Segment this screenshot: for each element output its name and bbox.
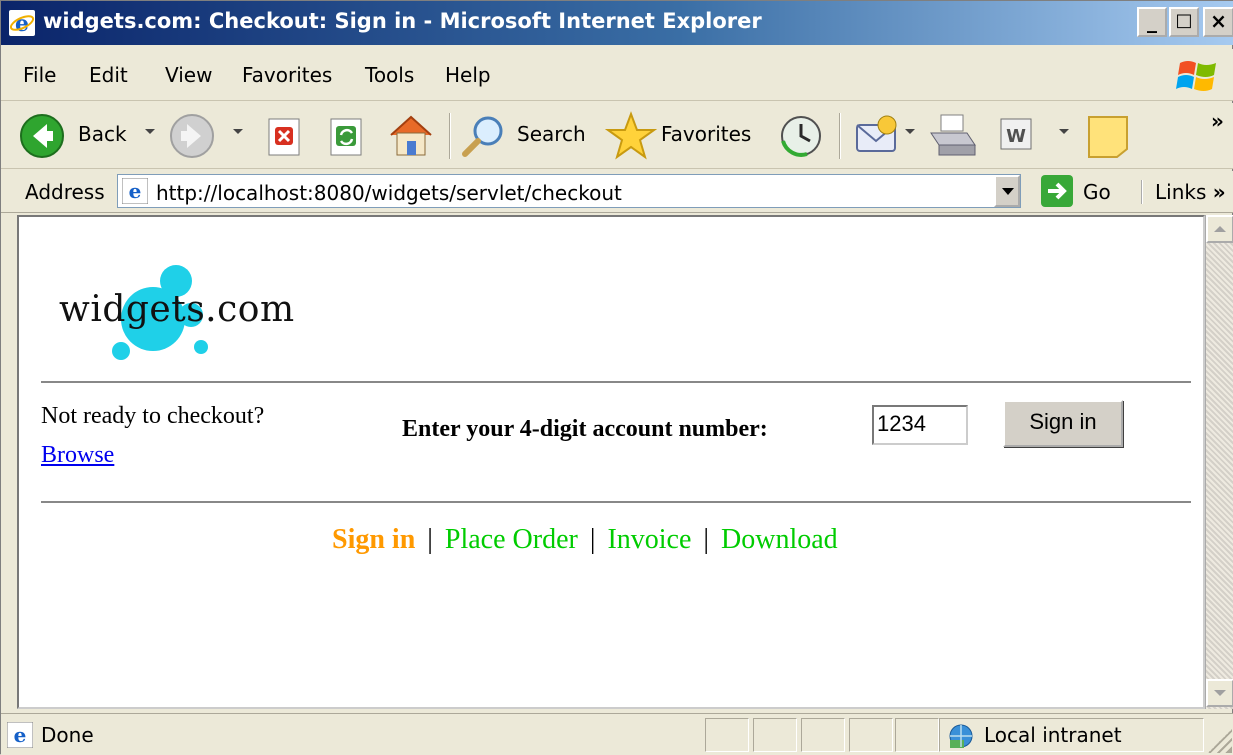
page-content: widgets.com Not ready to checkout? Brows… <box>17 215 1205 709</box>
logo-text: widgets.com <box>59 289 295 330</box>
chevron-down-icon <box>1002 188 1014 195</box>
checkout-steps: Sign in | Place Order | Invoice | Download <box>332 524 838 556</box>
links-label[interactable]: Links <box>1155 180 1206 204</box>
scroll-down-button[interactable] <box>1206 679 1233 707</box>
not-ready-text: Not ready to checkout? <box>41 403 265 429</box>
menu-tools[interactable]: Tools <box>365 63 414 87</box>
menu-bar: File Edit View Favorites Tools Help <box>1 49 1233 101</box>
address-dropdown-button[interactable] <box>994 175 1020 207</box>
step-place-order: Place Order <box>444 524 578 555</box>
account-number-input[interactable]: 1234 <box>872 405 968 445</box>
status-panel <box>753 718 797 752</box>
notes-icon[interactable] <box>1085 113 1131 161</box>
resize-grip-icon[interactable] <box>1208 729 1232 753</box>
back-dropdown-icon[interactable] <box>145 129 155 134</box>
ie-icon: e <box>9 10 35 36</box>
svg-text:W: W <box>1006 126 1026 147</box>
stop-icon[interactable] <box>265 117 305 157</box>
step-sign-in: Sign in <box>332 524 416 555</box>
step-invoice: Invoice <box>607 524 692 555</box>
search-icon[interactable] <box>459 113 509 159</box>
page-done-icon: e <box>7 722 33 748</box>
vertical-scrollbar[interactable] <box>1205 215 1233 709</box>
divider-bottom <box>41 501 1191 503</box>
toolbar-separator <box>839 113 841 159</box>
menu-help[interactable]: Help <box>445 63 491 87</box>
history-icon[interactable] <box>777 113 825 159</box>
address-url[interactable]: http://localhost:8080/widgets/servlet/ch… <box>156 181 622 205</box>
menu-edit[interactable]: Edit <box>89 63 128 87</box>
svg-text:e: e <box>129 179 142 203</box>
go-button[interactable]: Go <box>1037 173 1123 209</box>
maximize-button[interactable]: □ <box>1169 7 1199 37</box>
status-text: Done <box>41 723 94 747</box>
title-bar[interactable]: e widgets.com: Checkout: Sign in - Micro… <box>1 1 1233 45</box>
account-number-label-text: Enter your 4-digit account number: <box>402 416 768 442</box>
mail-dropdown-icon[interactable] <box>905 129 915 134</box>
favorites-star-icon[interactable] <box>605 111 657 161</box>
address-label: Address <box>25 180 105 204</box>
status-panel <box>801 718 845 752</box>
step-download: Download <box>721 524 838 555</box>
go-label[interactable]: Go <box>1083 180 1111 204</box>
print-icon[interactable] <box>927 111 979 161</box>
windows-logo-icon <box>1176 61 1216 91</box>
minimize-button[interactable]: _ <box>1137 7 1167 37</box>
svg-text:e: e <box>14 723 27 747</box>
zone-label: Local intranet <box>984 723 1122 747</box>
menu-view[interactable]: View <box>165 63 212 87</box>
go-arrow-icon <box>1041 175 1073 207</box>
links-overflow[interactable]: » <box>1213 180 1226 204</box>
home-icon[interactable] <box>385 111 437 161</box>
edit-dropdown-icon[interactable] <box>1059 129 1069 134</box>
search-label[interactable]: Search <box>517 122 586 146</box>
favorites-label[interactable]: Favorites <box>661 122 751 146</box>
window-title: widgets.com: Checkout: Sign in - Microso… <box>43 9 762 33</box>
scroll-up-button[interactable] <box>1206 215 1233 243</box>
menu-file[interactable]: File <box>23 63 56 87</box>
status-panel <box>705 718 749 752</box>
intranet-icon <box>949 724 973 748</box>
status-bar: e Done Local intranet <box>1 713 1233 755</box>
browse-link[interactable]: Browse <box>41 442 114 469</box>
toolbar-separator <box>449 113 451 159</box>
chevron-up-icon <box>1214 226 1226 232</box>
step-separator: | <box>589 524 596 555</box>
mail-icon[interactable] <box>853 113 903 159</box>
security-zone[interactable]: Local intranet <box>939 718 1204 752</box>
divider-top <box>41 381 1191 383</box>
status-panel <box>895 718 939 752</box>
toolbar-overflow[interactable]: » <box>1211 109 1224 133</box>
svg-text:e: e <box>15 11 29 36</box>
back-label[interactable]: Back <box>78 122 127 146</box>
step-separator: | <box>427 524 433 555</box>
address-bar: Address e http://localhost:8080/widgets/… <box>1 171 1233 213</box>
menu-favorites[interactable]: Favorites <box>242 63 332 87</box>
forward-dropdown-icon[interactable] <box>233 129 243 134</box>
sign-in-button[interactable]: Sign in <box>1003 400 1123 447</box>
refresh-icon[interactable] <box>327 117 367 157</box>
account-number-label: Enter your 4-digit account number: <box>402 416 768 443</box>
browser-window: e widgets.com: Checkout: Sign in - Micro… <box>0 0 1233 755</box>
step-separator: | <box>703 524 710 555</box>
widgets-logo: widgets.com <box>41 257 341 367</box>
chevron-down-icon <box>1214 690 1226 696</box>
close-button[interactable]: × <box>1203 7 1233 37</box>
forward-arrow-icon[interactable] <box>169 113 215 159</box>
back-arrow-icon[interactable] <box>19 113 65 159</box>
standard-toolbar: Back Search Favorites W » <box>1 103 1233 169</box>
address-input[interactable]: e http://localhost:8080/widgets/servlet/… <box>117 174 1021 208</box>
links-button[interactable]: Links » <box>1141 180 1226 204</box>
page-ie-icon: e <box>122 178 148 204</box>
edit-word-icon[interactable]: W <box>997 115 1035 155</box>
status-panel <box>849 718 893 752</box>
